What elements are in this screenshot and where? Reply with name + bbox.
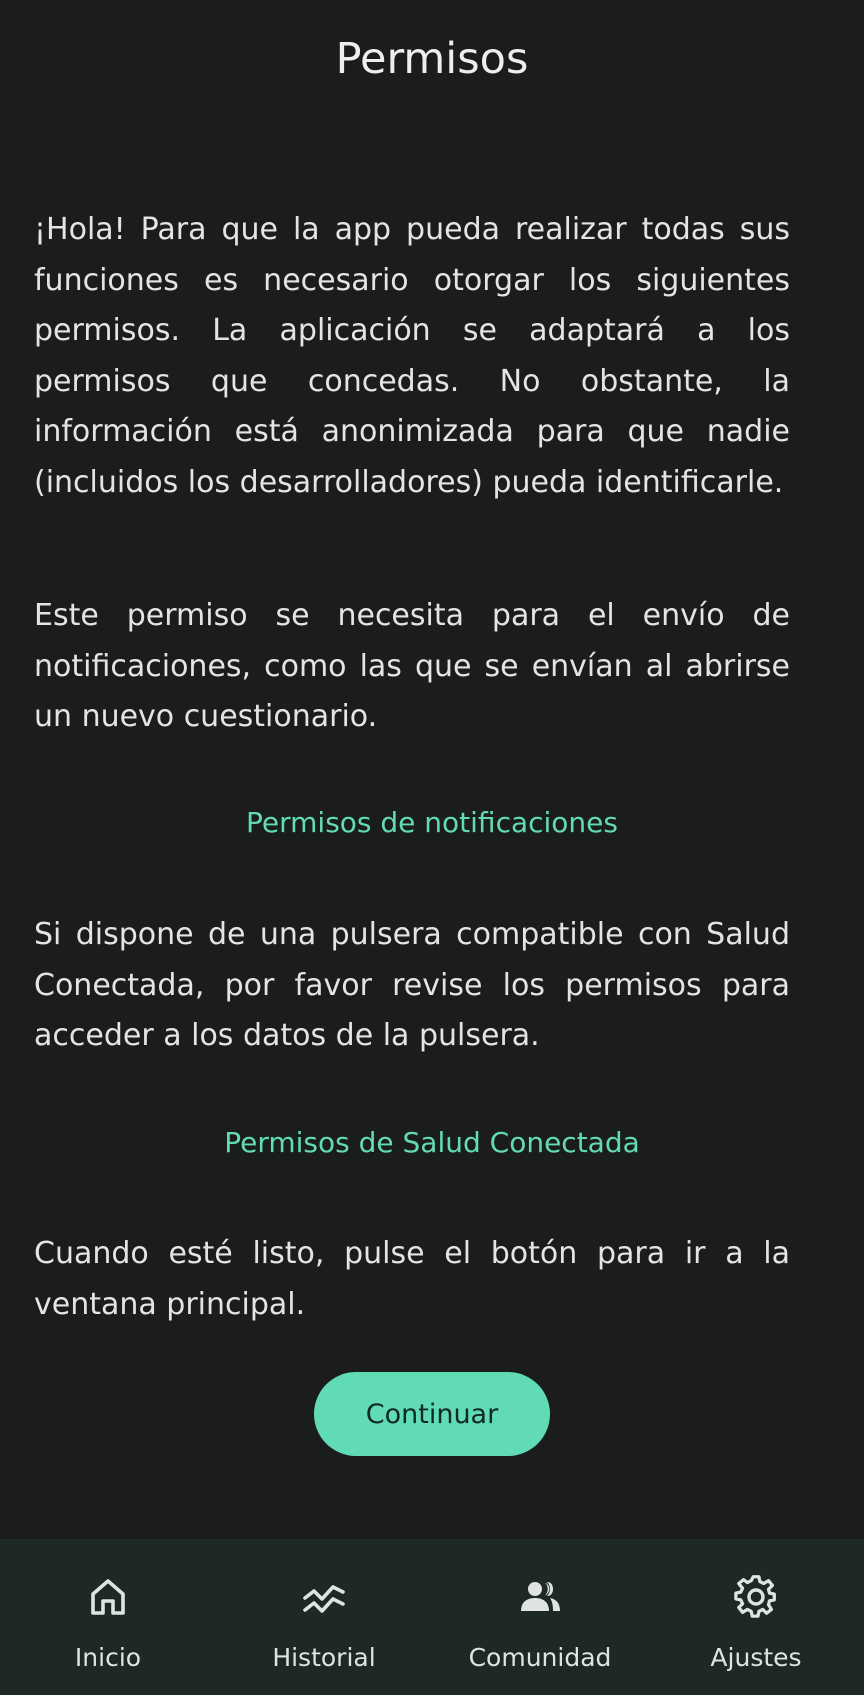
community-icon [516, 1573, 564, 1621]
nav-label-historial: Historial [272, 1643, 376, 1672]
intro-text: ¡Hola! Para que la app pueda realizar to… [34, 212, 790, 500]
notifications-description: Este permiso se necesita para el envío d… [34, 598, 790, 734]
continue-button[interactable]: Continuar [314, 1372, 550, 1456]
history-chart-icon [300, 1573, 348, 1621]
nav-label-comunidad: Comunidad [468, 1643, 612, 1672]
nav-item-historial[interactable]: Historial [216, 1539, 432, 1695]
nav-item-inicio[interactable]: Inicio [0, 1539, 216, 1695]
nav-label-ajustes: Ajustes [710, 1643, 802, 1672]
salud-description: Si dispone de una pulsera compatible con… [34, 917, 790, 1053]
home-icon [84, 1573, 132, 1621]
ready-text: Cuando esté listo, pulse el botón para i… [34, 1236, 790, 1322]
notifications-permissions-link[interactable]: Permisos de notificaciones [0, 806, 864, 839]
page-title: Permisos [335, 34, 529, 84]
nav-item-ajustes[interactable]: Ajustes [648, 1539, 864, 1695]
salud-conectada-permissions-link[interactable]: Permisos de Salud Conectada [0, 1126, 864, 1159]
nav-item-comunidad[interactable]: Comunidad [432, 1539, 648, 1695]
permissions-screen: Permisos ¡Hola! Para que la app pueda re… [0, 0, 864, 1695]
bottom-navigation: Inicio Historial Comunidad Ajustes [0, 1539, 864, 1695]
gear-icon [732, 1573, 780, 1621]
nav-label-inicio: Inicio [74, 1643, 142, 1672]
